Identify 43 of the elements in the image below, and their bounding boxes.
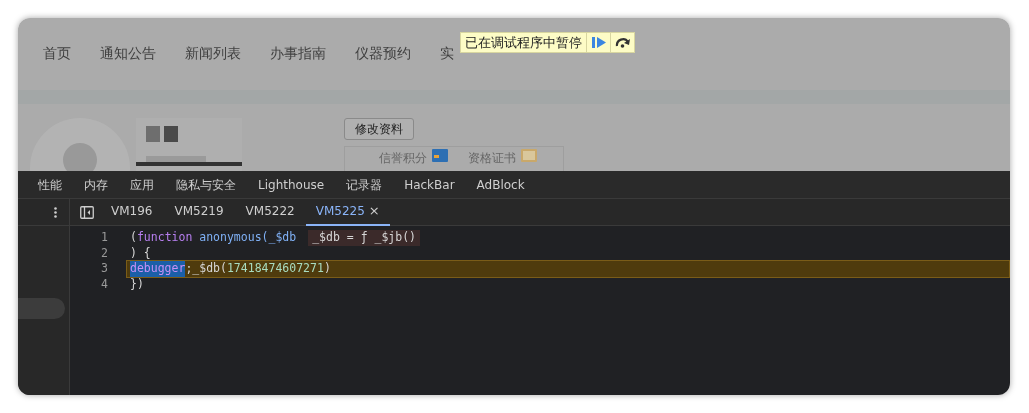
nav-link[interactable]: 实	[440, 42, 454, 64]
paused-message: 已在调试程序中暂停	[464, 34, 583, 52]
panel-tab[interactable]: 隐私与安全	[176, 175, 236, 194]
code-line: (function anonymous(_$db _$db = ƒ _$jb()	[126, 230, 1010, 246]
code-line: })	[129, 276, 145, 292]
nav-link[interactable]: 仪器预约	[355, 42, 411, 64]
line-number: 1	[100, 230, 108, 246]
nav-link[interactable]: 首页	[43, 42, 71, 64]
file-tab-label: VM5225	[315, 203, 365, 220]
line-number: 4	[100, 276, 108, 292]
panel-tab[interactable]: AdBlock	[476, 175, 525, 194]
panel-tab[interactable]: 应用	[130, 175, 154, 194]
file-tab[interactable]: VM5222	[234, 198, 306, 226]
inline-value: _$db = ƒ _$jb()	[308, 230, 421, 246]
card-icon	[432, 149, 448, 162]
panel-tab[interactable]: 记录器	[346, 175, 383, 194]
file-tab[interactable]: VM5225 ×	[305, 198, 390, 226]
nav-link[interactable]: 办事指南	[270, 42, 326, 64]
file-tab[interactable]: VM5219	[163, 198, 235, 226]
file-tab[interactable]: VM196	[100, 198, 164, 226]
sidebar-toggle-icon[interactable]	[80, 205, 94, 219]
panel-tab[interactable]: 性能	[38, 175, 62, 194]
step-over-icon	[614, 37, 631, 48]
stat-label: 信誉积分	[379, 150, 427, 167]
resume-icon	[591, 37, 606, 48]
file-tab-label: VM196	[111, 203, 153, 220]
stat-label: 资格证书	[468, 150, 516, 167]
file-tab-label: VM5219	[174, 203, 224, 220]
blurred-name	[146, 126, 178, 142]
close-tab-button[interactable]: ×	[368, 201, 380, 221]
panel-tab[interactable]: 内存	[84, 175, 108, 194]
line-number: 2	[100, 245, 108, 261]
nav-link[interactable]: 新闻列表	[185, 42, 241, 64]
nav-link[interactable]: 通知公告	[100, 42, 156, 64]
blurred-text	[146, 156, 206, 162]
file-tab-label: VM5222	[245, 203, 295, 220]
panel-tab[interactable]: Lighthouse	[258, 175, 325, 194]
panel-tab[interactable]: HackBar	[404, 175, 455, 194]
edit-profile-button[interactable]: 修改资料	[344, 118, 414, 140]
certificate-icon	[521, 149, 537, 162]
more-options-icon[interactable]	[54, 206, 57, 218]
code-line: ) {	[129, 245, 152, 261]
line-number: 3	[100, 261, 108, 277]
